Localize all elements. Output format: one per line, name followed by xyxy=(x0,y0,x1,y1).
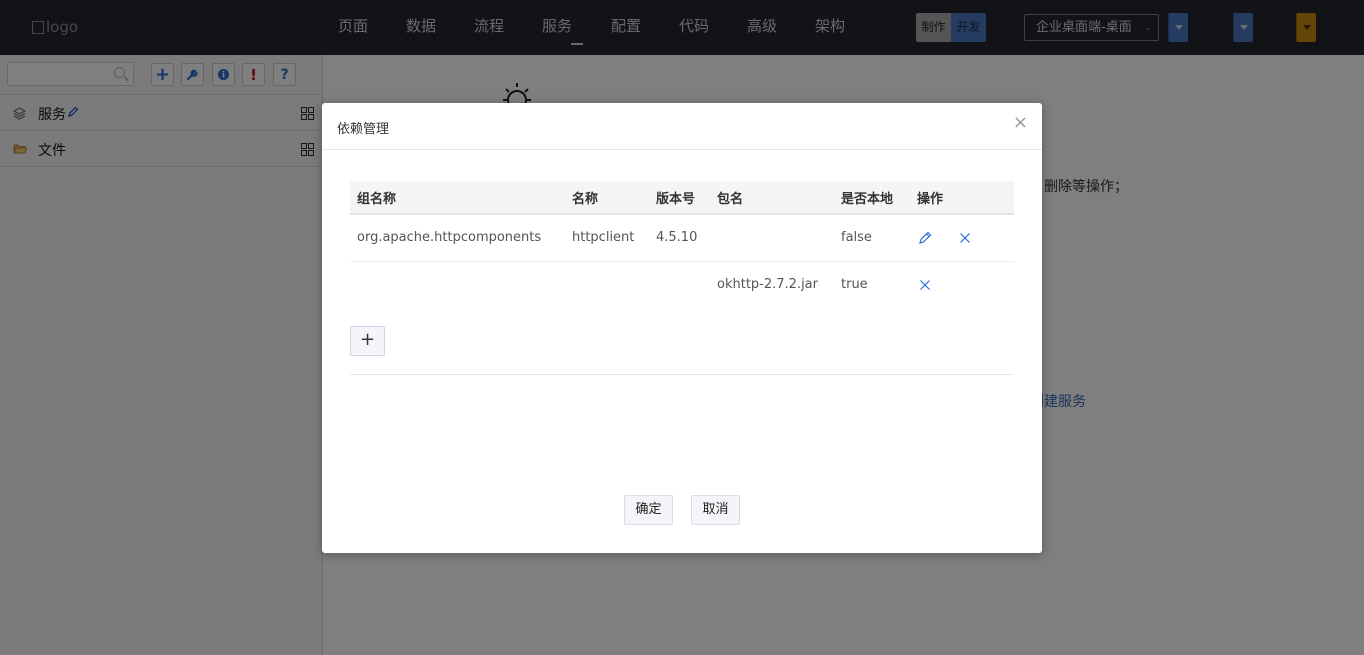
cell-name: httpclient xyxy=(565,214,649,262)
cell-name xyxy=(565,261,649,308)
column-header-package: 包名 xyxy=(710,181,834,215)
table-row: org.apache.httpcomponents httpclient 4.5… xyxy=(350,214,1014,262)
cell-group xyxy=(350,261,565,308)
divider xyxy=(350,374,1014,375)
cell-version xyxy=(649,261,710,308)
confirm-button[interactable]: 确定 xyxy=(624,495,673,525)
dialog-title: 依赖管理 xyxy=(337,122,390,137)
dialog-header: 依赖管理 × xyxy=(322,103,1042,150)
cell-package: okhttp-2.7.2.jar xyxy=(717,277,818,293)
dependency-table: 组名称 名称 版本号 包名 是否本地 操作 org.apache.httpcom… xyxy=(350,181,1014,308)
cell-package xyxy=(710,214,834,262)
column-header-name: 名称 xyxy=(565,181,649,215)
column-header-version: 版本号 xyxy=(649,181,710,215)
column-header-group: 组名称 xyxy=(350,181,565,215)
add-dependency-button[interactable]: + xyxy=(350,326,385,356)
cell-local: true xyxy=(841,277,868,293)
cell-local: false xyxy=(834,214,910,262)
delete-icon[interactable] xyxy=(957,230,973,246)
cell-version: 4.5.10 xyxy=(649,214,710,262)
table-header-row: 组名称 名称 版本号 包名 是否本地 操作 xyxy=(350,181,1014,215)
dependency-dialog: 依赖管理 × 组名称 名称 版本号 包名 是否本地 操作 org.apache.… xyxy=(322,103,1042,553)
edit-icon[interactable] xyxy=(917,230,933,246)
delete-icon[interactable] xyxy=(917,277,933,293)
cell-group: org.apache.httpcomponents xyxy=(350,214,565,262)
cancel-button[interactable]: 取消 xyxy=(691,495,740,525)
column-header-actions: 操作 xyxy=(910,181,1014,215)
column-header-local: 是否本地 xyxy=(834,181,910,215)
close-icon[interactable]: × xyxy=(1013,114,1028,132)
table-row: okhttp-2.7.2.jar true xyxy=(350,261,1014,308)
cell-actions xyxy=(910,214,1014,262)
cell-actions xyxy=(910,261,1014,308)
